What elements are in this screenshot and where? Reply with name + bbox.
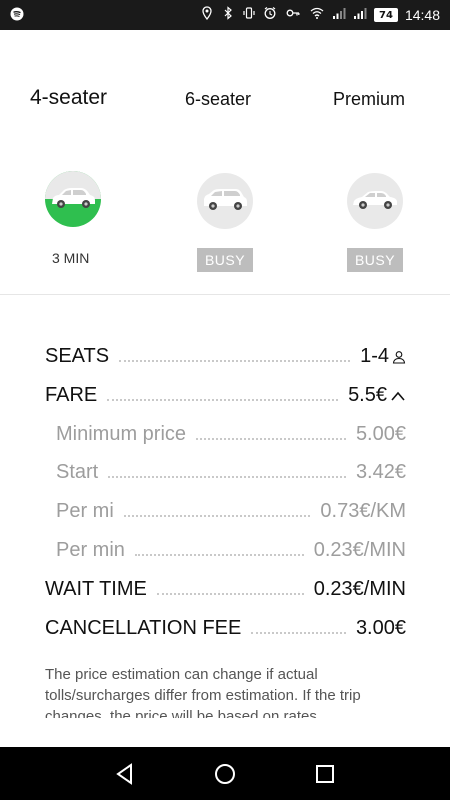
status-bar: 74 14:48 (0, 0, 450, 30)
row-value: 0.23€/MIN (313, 539, 406, 561)
seats-value: 1-4 (360, 345, 389, 367)
location-icon (200, 6, 214, 24)
vibrate-icon (242, 6, 256, 24)
vehicle-type-tabs: 4-seater 6-seater Premium (0, 86, 450, 116)
car-option-premium[interactable] (347, 173, 403, 229)
fare-row-cancellation-fee: CANCELLATION FEE 3.00€ (45, 612, 406, 640)
navigation-bar (0, 747, 450, 800)
tab-6-seater[interactable]: 6-seater (185, 89, 251, 110)
fare-row-per-mi: Per mi 0.73€/KM (56, 495, 406, 523)
row-value: 5.00€ (355, 423, 406, 445)
fare-value: 5.5€ (348, 384, 387, 406)
dotted-leader (134, 554, 304, 556)
dotted-leader (196, 438, 346, 440)
tab-premium[interactable]: Premium (333, 89, 405, 110)
fare-row-wait-time: WAIT TIME 0.23€/MIN (45, 573, 406, 601)
row-label: Per mi (56, 500, 114, 522)
alarm-icon (263, 6, 277, 24)
row-label: Start (56, 461, 99, 483)
eta-label: 3 MIN (52, 250, 90, 266)
row-value: 0.73€/KM (320, 500, 406, 522)
car-option-6-seater[interactable] (197, 173, 253, 229)
battery-level: 74 (373, 8, 398, 22)
clock: 14:48 (404, 7, 440, 23)
price-estimation-note: The price estimation can change if actua… (45, 666, 361, 718)
row-label: Minimum price (56, 423, 187, 445)
dotted-leader (107, 399, 339, 401)
key-icon (284, 6, 302, 24)
row-label: SEATS (45, 345, 110, 367)
row-value: 3.42€ (355, 461, 406, 483)
dotted-leader (123, 515, 311, 517)
row-value: 0.23€/MIN (313, 578, 406, 600)
busy-badge: BUSY (197, 248, 253, 272)
person-icon (392, 350, 406, 364)
fare-row-per-min: Per min 0.23€/MIN (56, 534, 406, 562)
dotted-leader (119, 360, 351, 362)
row-value: 1-4 (360, 345, 406, 368)
wifi-icon (309, 6, 325, 24)
dotted-leader (108, 476, 346, 478)
chevron-up-icon[interactable] (390, 390, 406, 402)
row-label: FARE (45, 384, 98, 406)
busy-badge: BUSY (347, 248, 403, 272)
bluetooth-icon (221, 6, 235, 24)
tab-4-seater[interactable]: 4-seater (30, 86, 107, 110)
car-icon (52, 188, 95, 208)
recents-icon[interactable] (312, 761, 338, 787)
fare-row-start: Start 3.42€ (56, 456, 406, 484)
car-option-4-seater[interactable] (45, 171, 101, 227)
dotted-leader (251, 632, 346, 634)
home-icon[interactable] (212, 761, 238, 787)
fare-row-minimum-price: Minimum price 5.00€ (56, 418, 406, 446)
row-label: Per min (56, 539, 125, 561)
signal-icon-1 (332, 6, 346, 24)
row-value: 5.5€ (348, 384, 406, 407)
car-icon (204, 189, 247, 210)
row-value: 3.00€ (355, 617, 406, 639)
row-label: CANCELLATION FEE (45, 617, 242, 639)
signal-icon-2 (353, 6, 367, 24)
row-label: WAIT TIME (45, 578, 147, 600)
spotify-icon (10, 6, 24, 25)
fare-row-fare[interactable]: FARE 5.5€ (45, 379, 406, 407)
section-divider (0, 294, 450, 295)
fare-row-seats: SEATS 1-4 (45, 340, 406, 368)
dotted-leader (156, 593, 304, 595)
car-icon (353, 191, 397, 209)
back-icon[interactable] (112, 761, 138, 787)
